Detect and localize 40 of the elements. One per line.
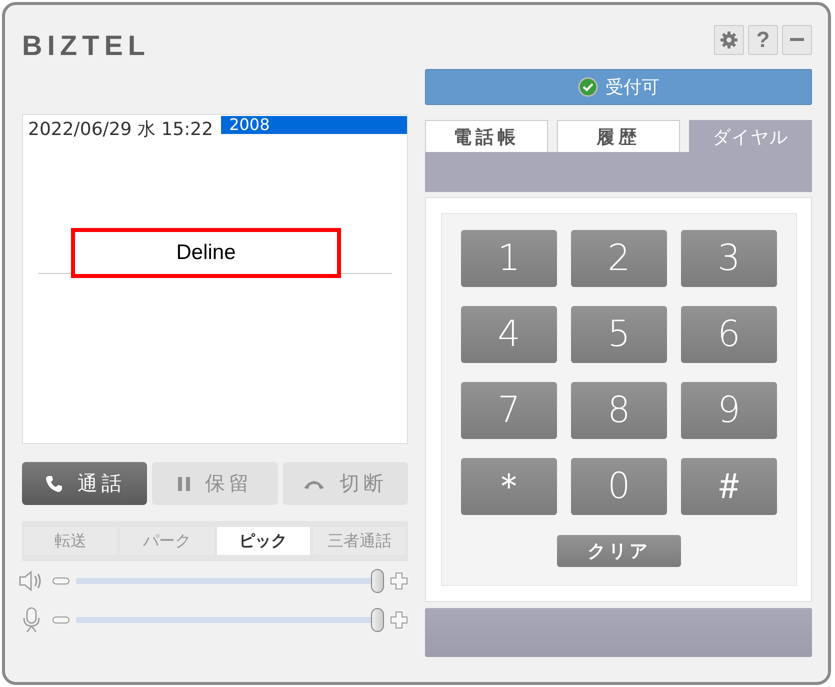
keypad-key[interactable]: 5 [571,306,667,363]
keypad-key[interactable]: 7 [461,382,557,439]
keypad-key[interactable]: 4 [461,306,557,363]
keypad-key[interactable]: ＊ [461,458,557,515]
tab[interactable]: ダイヤル [689,120,812,152]
phone-number: 2008 [221,116,407,134]
slider-thumb[interactable] [371,568,384,592]
plus-icon[interactable] [390,610,408,628]
tab[interactable]: 履歴 [557,120,680,152]
pause-icon [176,476,191,492]
clear-button[interactable]: クリア [557,535,681,567]
plus-icon[interactable] [390,572,408,590]
keypad-key[interactable]: 1 [461,230,557,287]
settings-button[interactable] [714,25,744,55]
function-tab[interactable]: パーク [120,527,214,555]
call-button[interactable]: 通話 [22,462,148,505]
logo: BIZTEL [22,29,151,63]
keypad-key[interactable]: 0 [571,458,667,515]
keypad-key[interactable]: 2 [571,230,667,287]
function-tab[interactable]: ピック [216,527,310,555]
minus-icon[interactable] [52,576,70,586]
keypad-key[interactable]: 8 [571,382,667,439]
phone-icon [44,474,64,494]
call-timestamp: 2022/06/29 水 15:22 [28,118,214,141]
gear-icon [720,31,738,49]
function-tab[interactable]: 三者通話 [312,527,406,555]
minus-icon[interactable] [52,614,70,624]
tab[interactable]: 電話帳 [425,120,548,152]
check-icon [578,77,598,97]
keypad-key[interactable]: 6 [681,306,777,363]
callout-label: Deline [71,228,341,278]
slider-thumb[interactable] [371,608,384,632]
help-button[interactable]: ? [748,25,778,55]
status-button[interactable]: 受付可 [425,69,812,105]
keypad-key[interactable]: 9 [681,382,777,439]
minimize-button[interactable] [782,25,812,55]
function-tab[interactable]: 転送 [24,527,118,555]
minimize-icon [790,38,804,42]
keypad-key[interactable]: 3 [681,230,777,287]
keypad-key[interactable]: ＃ [681,458,777,515]
